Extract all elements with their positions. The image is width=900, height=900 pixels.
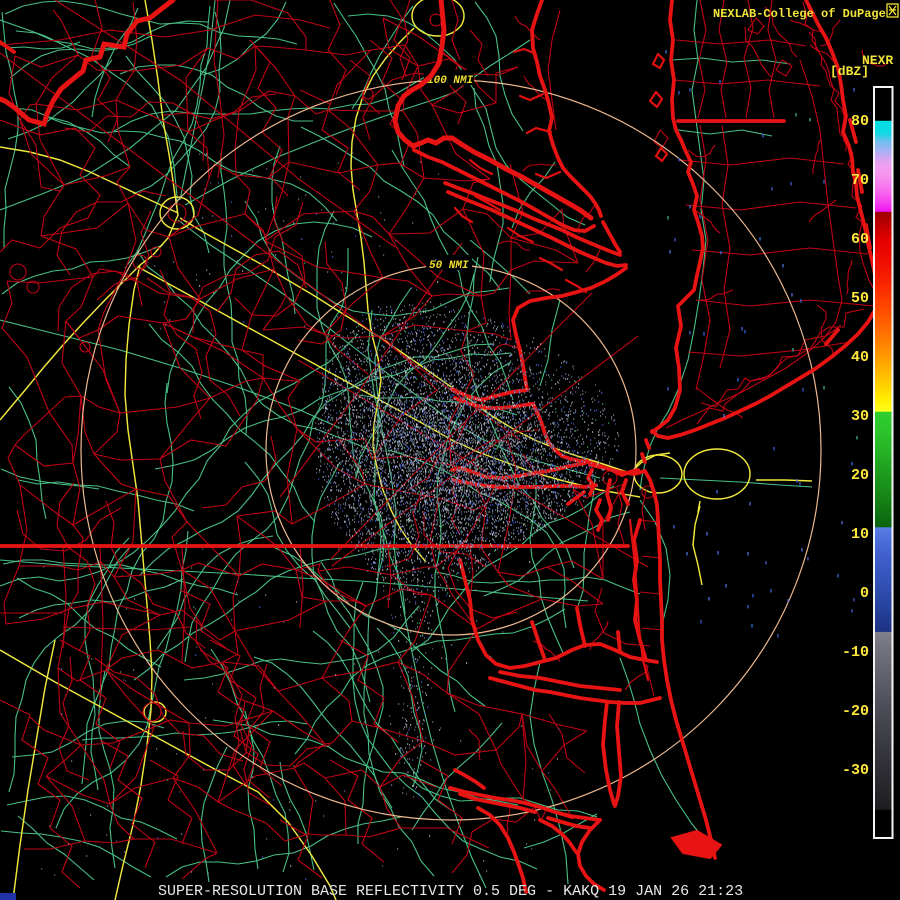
svg-text:40: 40 — [851, 349, 869, 366]
svg-text:-20: -20 — [842, 703, 869, 720]
svg-text:80: 80 — [851, 113, 869, 130]
svg-text:50 NMI: 50 NMI — [429, 260, 469, 272]
svg-text:100 NMI: 100 NMI — [427, 75, 474, 87]
svg-text:30: 30 — [851, 408, 869, 425]
svg-text:-10: -10 — [842, 644, 869, 661]
svg-text:[dBZ]: [dBZ] — [830, 64, 869, 79]
svg-text:-30: -30 — [842, 762, 869, 779]
svg-text:60: 60 — [851, 231, 869, 248]
svg-text:70: 70 — [851, 172, 869, 189]
svg-text:20: 20 — [851, 467, 869, 484]
svg-text:SUPER-RESOLUTION BASE REFLECTI: SUPER-RESOLUTION BASE REFLECTIVITY 0.5 D… — [158, 883, 743, 900]
svg-text:50: 50 — [851, 290, 869, 307]
svg-text:NEXLAB-College of DuPage: NEXLAB-College of DuPage — [713, 7, 886, 21]
svg-text:10: 10 — [851, 526, 869, 543]
svg-text:0: 0 — [860, 585, 869, 602]
